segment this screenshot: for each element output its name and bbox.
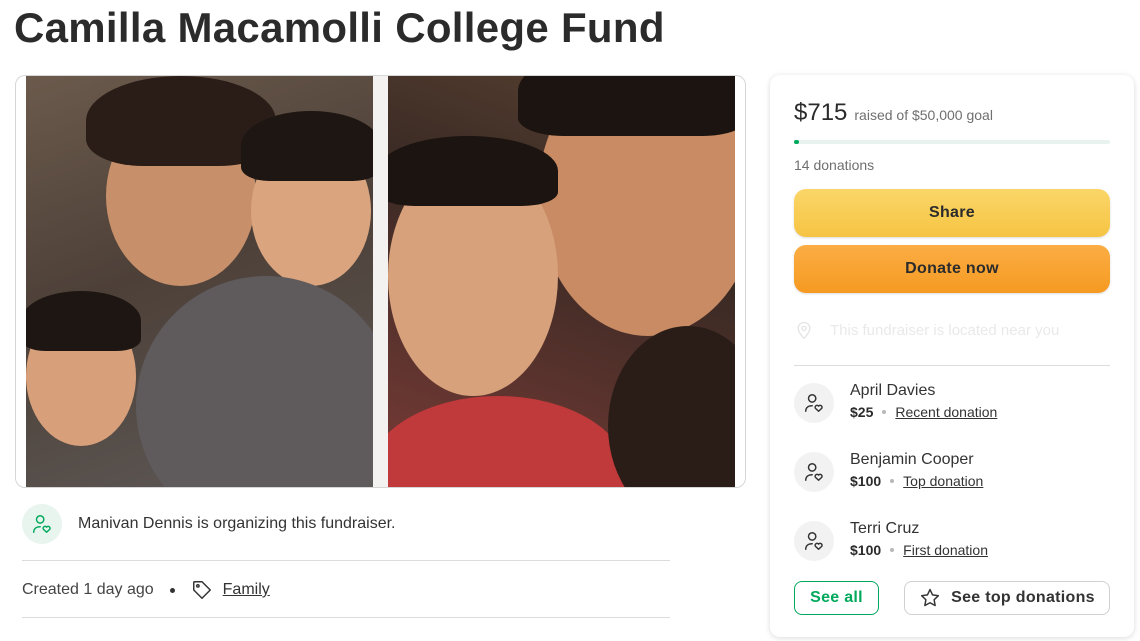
divider (794, 365, 1110, 366)
raised-goal: raised of $50,000 goal (854, 107, 993, 123)
donation-card: $715 raised of $50,000 goal 14 donations… (770, 75, 1134, 637)
donor-amount: $25 (850, 404, 874, 420)
separator-dot (890, 479, 895, 483)
separator-dot (890, 548, 895, 552)
organizer-row: Manivan Dennis is organizing this fundra… (22, 504, 670, 544)
hero-image[interactable] (15, 75, 746, 488)
location-row: This fundraiser is located near you (794, 315, 1059, 345)
hero-photo-left (26, 76, 373, 487)
location-text: This fundraiser is located near you (830, 321, 1060, 339)
donor-item: April Davies $25 Recent donation (794, 381, 997, 425)
donation-type-link[interactable]: Top donation (903, 473, 983, 489)
person-heart-icon (794, 383, 834, 423)
hero-photo-right (388, 76, 735, 487)
person-heart-icon (794, 521, 834, 561)
raised-row: $715 raised of $50,000 goal (794, 99, 993, 127)
separator-dot (882, 410, 887, 414)
star-icon (919, 587, 941, 609)
photo-divider (373, 76, 388, 487)
donations-count: 14 donations (794, 157, 875, 173)
person-heart-icon (22, 504, 62, 544)
see-top-donations-button[interactable]: See top donations (904, 581, 1110, 615)
separator-dot (169, 587, 175, 593)
donor-item: Terri Cruz $100 First donation (794, 519, 988, 563)
donor-amount: $100 (850, 542, 882, 558)
tag-icon (191, 579, 213, 601)
fundraiser-meta: Created 1 day ago Family (22, 576, 270, 604)
category-link[interactable]: Family (223, 581, 270, 599)
person-heart-icon (794, 452, 834, 492)
page-title: Camilla Macamolli College Fund (14, 4, 665, 51)
progress-fill (794, 140, 799, 144)
organizer-text: Manivan Dennis is organizing this fundra… (78, 515, 396, 532)
divider (22, 560, 670, 561)
donor-name: Terri Cruz (850, 520, 920, 537)
donor-name: April Davies (850, 382, 936, 399)
created-text: Created 1 day ago (22, 581, 154, 598)
donation-type-link[interactable]: First donation (903, 542, 988, 558)
donor-item: Benjamin Cooper $100 Top donation (794, 450, 983, 494)
donation-type-link[interactable]: Recent donation (895, 404, 997, 420)
donate-button[interactable]: Donate now (794, 245, 1110, 293)
progress-bar (794, 140, 1110, 144)
raised-amount: $715 (794, 99, 848, 126)
donor-name: Benjamin Cooper (850, 451, 974, 468)
divider (22, 617, 670, 618)
see-all-button[interactable]: See all (794, 581, 879, 615)
donor-amount: $100 (850, 473, 882, 489)
location-pin-icon (794, 319, 814, 341)
share-button[interactable]: Share (794, 189, 1110, 237)
see-top-donations-label: See top donations (951, 589, 1095, 606)
